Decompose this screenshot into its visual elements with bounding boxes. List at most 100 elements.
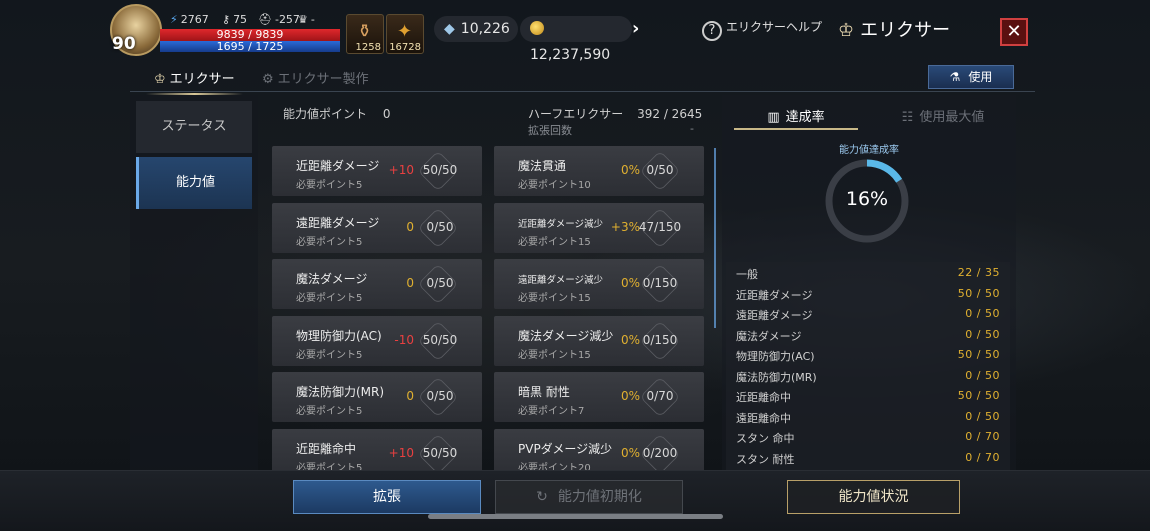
tab-achievement[interactable]: ▥ 達成率 bbox=[734, 106, 858, 130]
rate-label: 能力値達成率 bbox=[839, 145, 899, 156]
top-bar: 90 ⚡ 2767 ⚷ 75 ⛑ -257 ♛ - 9839 / 9839 1695 /… bbox=[0, 0, 1150, 63]
achievement-list: 一般 22 / 35 近距離ダメージ 50 / 50 遠距離ダメージ 0 / 50 魔… bbox=[726, 262, 1010, 470]
flask-icon: ⚗ bbox=[949, 70, 961, 84]
elixir-tab-icon: ♔ bbox=[154, 72, 166, 87]
gold-coin-icon bbox=[530, 21, 544, 35]
ability-card[interactable]: 遠距離ダメージ減少 必要ポイント15 0% 0/150 bbox=[494, 259, 704, 309]
ability-bonus: +10 bbox=[388, 445, 414, 460]
bar-chart-icon: ▥ bbox=[767, 110, 780, 125]
ability-progress: 47/150 bbox=[638, 219, 682, 234]
home-indicator[interactable] bbox=[428, 514, 723, 519]
help-button[interactable]: ? エリクサーヘルプ bbox=[702, 18, 822, 41]
ability-name: 暗黒 耐性 bbox=[518, 385, 570, 399]
extend-button[interactable]: 拡張 bbox=[293, 480, 481, 514]
trophy-icon: ♛ bbox=[298, 13, 308, 26]
ability-req: 必要ポイント7 bbox=[518, 406, 585, 417]
sidebar: ステータス 能力値 bbox=[130, 95, 258, 470]
ability-name: 魔法貫通 bbox=[518, 159, 567, 173]
ability-progress: 0/200 bbox=[642, 445, 678, 460]
ability-progress: 0/150 bbox=[642, 276, 678, 290]
ability-progress: 0/150 bbox=[642, 332, 678, 347]
use-button[interactable]: ⚗ 使用 bbox=[928, 65, 1014, 89]
ability-req: 必要ポイント5 bbox=[296, 406, 363, 417]
ability-card[interactable]: 暗黒 耐性 必要ポイント7 0% 0/70 bbox=[494, 372, 704, 422]
ability-req: 必要ポイント15 bbox=[518, 349, 591, 361]
ability-bonus: 0 bbox=[406, 389, 414, 403]
key-icon: ⚷ bbox=[222, 13, 231, 26]
list-item: 魔法防御力(MR) 0 / 50 bbox=[736, 368, 1000, 384]
ability-progress: 50/50 bbox=[422, 332, 458, 347]
ability-card[interactable]: 近距離ダメージ減少 必要ポイント15 +3% 47/150 bbox=[494, 202, 704, 253]
page-title: ♔ エリクサー bbox=[838, 20, 951, 41]
ability-progress: 0/50 bbox=[426, 389, 454, 403]
tab-elixir-craft[interactable]: ⚙ エリクサー製作 bbox=[262, 68, 369, 87]
scrollbar[interactable] bbox=[714, 148, 716, 328]
scroll-count: 16728 bbox=[389, 42, 421, 53]
ability-progress: 50/50 bbox=[422, 163, 458, 177]
reset-button[interactable]: ↻ 能力値初期化 bbox=[495, 480, 683, 514]
tab-max-usage[interactable]: ☷ 使用最大値 bbox=[888, 106, 998, 125]
chevron-right-icon[interactable]: › bbox=[632, 18, 639, 39]
close-button[interactable]: ✕ bbox=[1000, 18, 1028, 46]
ability-name: 物理防御力(AC) bbox=[296, 328, 382, 343]
rate-value: 16% bbox=[845, 188, 889, 210]
list-item: 魔法ダメージ 0 / 50 bbox=[736, 327, 1000, 343]
list-icon: ☷ bbox=[901, 110, 914, 125]
ability-name: 近距離ダメージ減少 bbox=[518, 218, 604, 230]
ability-bonus: 0 bbox=[406, 219, 414, 234]
trophy-stat: ♛ - bbox=[298, 13, 315, 26]
ability-req: 必要ポイント5 bbox=[296, 180, 363, 191]
ability-req: 必要ポイント5 bbox=[296, 236, 363, 248]
ability-name: 魔法ダメージ bbox=[296, 272, 368, 286]
ability-progress: 50/50 bbox=[422, 445, 458, 460]
ability-req: 必要ポイント5 bbox=[296, 349, 363, 361]
ability-card[interactable]: 魔法ダメージ 必要ポイント5 0 0/50 bbox=[272, 259, 482, 309]
ability-progress: 0/70 bbox=[646, 389, 674, 403]
ability-name: 遠距離ダメージ減少 bbox=[518, 275, 604, 286]
scroll-slot[interactable]: ✦ 16728 bbox=[386, 14, 424, 54]
mp-bar: 1695 / 1725 bbox=[160, 41, 340, 52]
half-elixir-count: ハーフエリクサー 392 / 2645 bbox=[528, 107, 703, 121]
ability-card[interactable]: 遠距離ダメージ 必要ポイント5 0 0/50 bbox=[272, 202, 482, 253]
tab-elixir[interactable]: ♔ エリクサー bbox=[146, 68, 243, 95]
rank-stat: ⛑ -257 bbox=[258, 13, 300, 26]
ability-name: 魔法ダメージ減少 bbox=[518, 328, 614, 343]
helmet-icon: ⛑ bbox=[258, 13, 272, 26]
potion-icon: ⚱ bbox=[357, 21, 373, 42]
list-item: 遠距離命中 0 / 50 bbox=[736, 409, 1000, 425]
ability-card[interactable]: PVPダメージ減少 必要ポイント20 0% 0/200 bbox=[494, 428, 704, 470]
ability-card[interactable]: 魔法防御力(MR) 必要ポイント5 0 0/50 bbox=[272, 372, 482, 422]
scroll-icon: ✦ bbox=[397, 21, 413, 42]
player-level: 90 bbox=[112, 34, 136, 54]
ability-name: 魔法防御力(MR) bbox=[296, 385, 385, 399]
ability-name: 近距離命中 bbox=[296, 441, 357, 456]
ability-req: 必要ポイント15 bbox=[518, 236, 591, 248]
list-item: 一般 22 / 35 bbox=[736, 266, 1000, 281]
ability-req: 必要ポイント10 bbox=[518, 180, 591, 191]
ability-card[interactable]: 魔法貫通 必要ポイント10 0% 0/50 bbox=[494, 146, 704, 196]
ability-grid: 近距離ダメージ 必要ポイント5 +10 50/50 魔法貫通 必要ポイント10 0% 0/5… bbox=[272, 146, 704, 470]
list-item: 遠距離ダメージ 0 / 50 bbox=[736, 307, 1000, 322]
ability-card[interactable]: 近距離命中 必要ポイント5 +10 50/50 bbox=[272, 428, 482, 470]
potion-slot[interactable]: ⚱ 1258 bbox=[346, 14, 384, 54]
ability-card[interactable]: 物理防御力(AC) 必要ポイント5 -10 50/50 bbox=[272, 315, 482, 366]
ability-card[interactable]: 近距離ダメージ 必要ポイント5 +10 50/50 bbox=[272, 146, 482, 196]
gold-currency[interactable]: 12,237,590 bbox=[520, 16, 632, 63]
ability-name: 遠距離ダメージ bbox=[296, 215, 380, 230]
ability-name: PVPダメージ減少 bbox=[518, 441, 613, 456]
ability-req: 必要ポイント5 bbox=[296, 293, 363, 304]
extension-count: 拡張回数 - bbox=[528, 122, 694, 137]
gem-currency[interactable]: ◆ 10,226 bbox=[434, 16, 518, 42]
status-button[interactable]: 能力値状況 bbox=[787, 480, 960, 514]
sidebar-item-ability[interactable]: 能力値 bbox=[136, 157, 252, 209]
potion-count: 1258 bbox=[355, 42, 381, 53]
list-item: 物理防御力(AC) 50 / 50 bbox=[736, 348, 1000, 363]
craft-icon: ⚙ bbox=[262, 72, 274, 87]
ability-bonus: +10 bbox=[388, 163, 414, 177]
ability-bonus: -10 bbox=[394, 332, 414, 347]
refresh-icon: ↻ bbox=[536, 489, 548, 505]
sidebar-item-status[interactable]: ステータス bbox=[136, 101, 252, 153]
power-stat: ⚡ 2767 bbox=[170, 13, 209, 26]
ability-progress: 0/50 bbox=[426, 276, 454, 290]
ability-card[interactable]: 魔法ダメージ減少 必要ポイント15 0% 0/150 bbox=[494, 315, 704, 366]
